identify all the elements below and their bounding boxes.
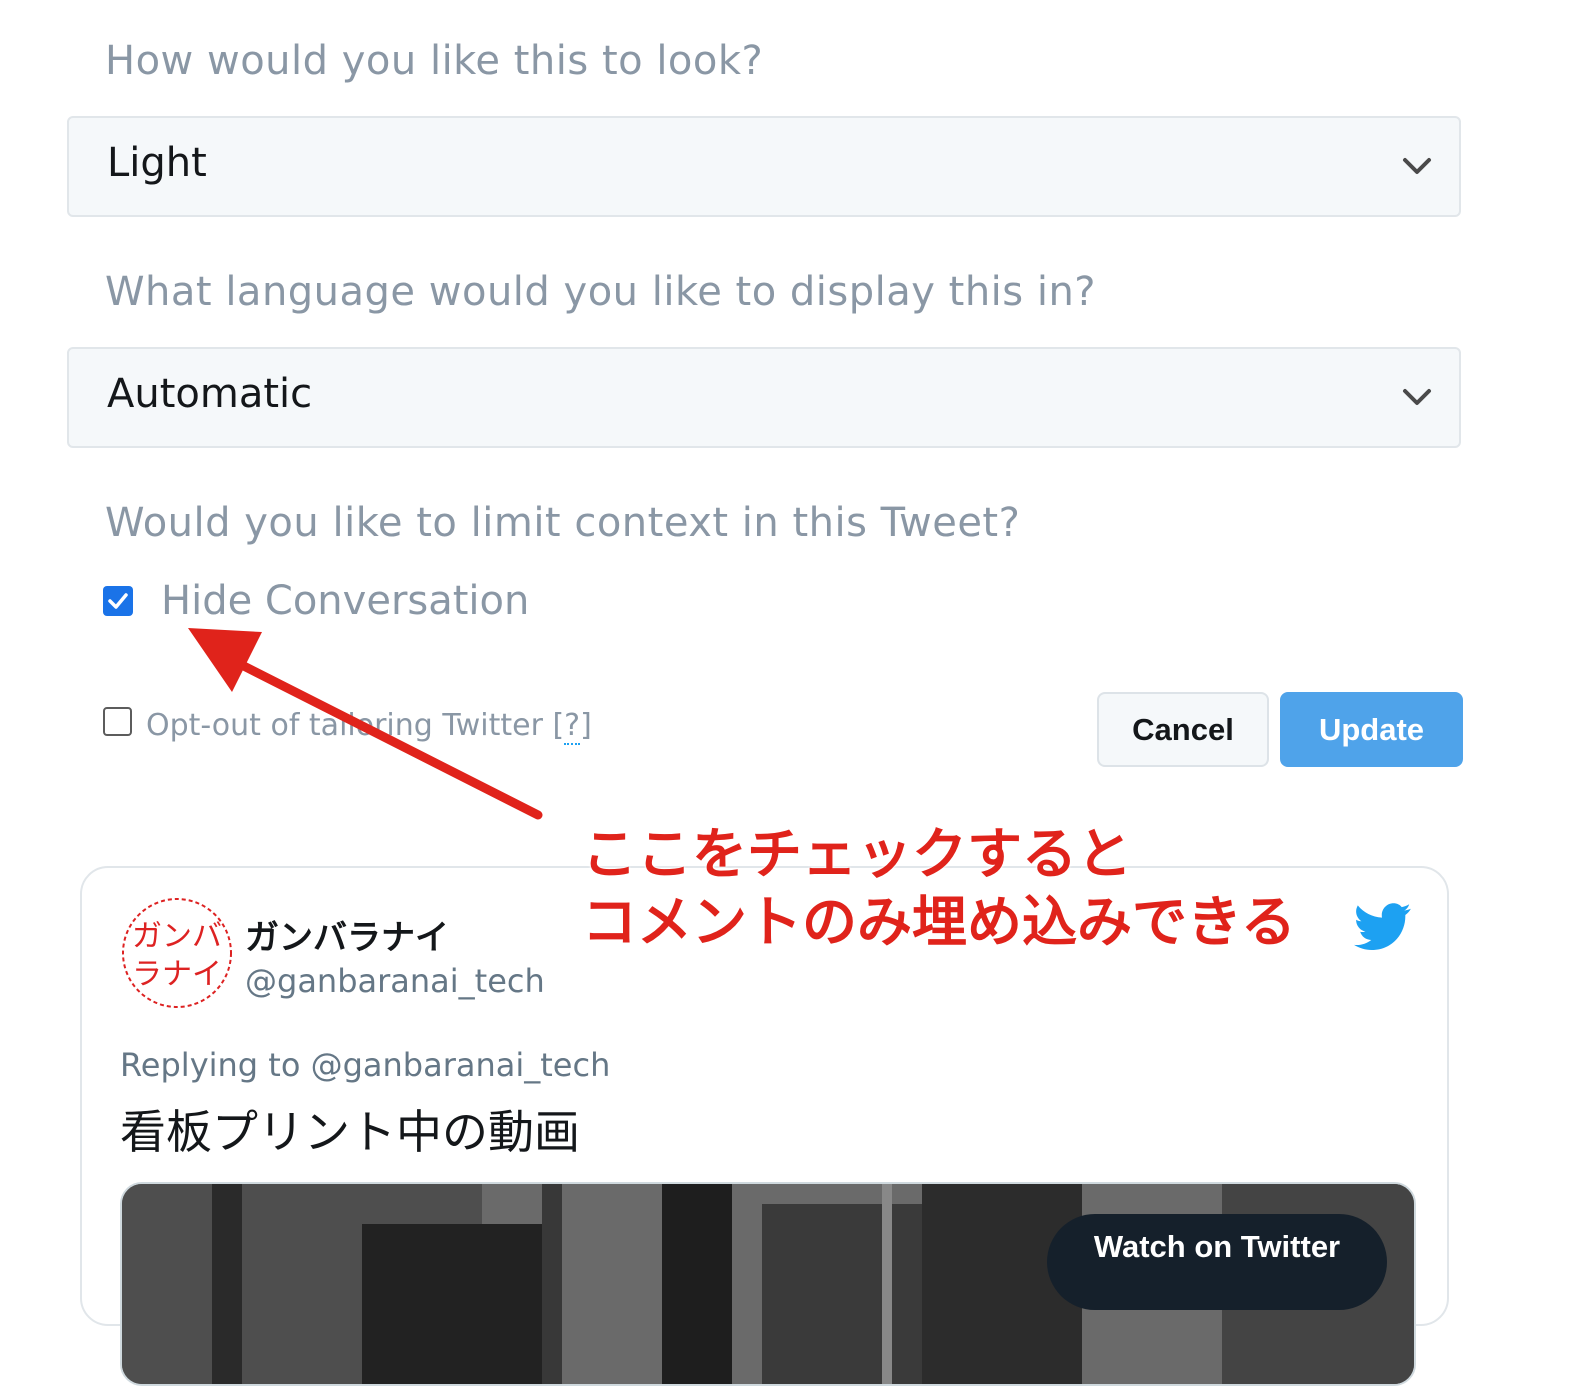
update-button[interactable]: Update: [1280, 692, 1463, 767]
display-name[interactable]: ガンバラナイ: [245, 910, 449, 959]
chevron-down-icon: [1403, 389, 1431, 405]
reply-mention-link[interactable]: @ganbaranai_tech: [311, 1046, 611, 1084]
hide-conversation-label: Hide Conversation: [161, 578, 530, 624]
cancel-button[interactable]: Cancel: [1097, 692, 1269, 767]
optout-label: Opt-out of tailoring Twitter [?]: [146, 708, 592, 745]
annotation-line-2: コメントのみ埋め込みできる: [582, 890, 1296, 954]
chevron-down-icon: [1403, 158, 1431, 174]
theme-select-value: Light: [107, 140, 207, 186]
annotation-line-1: ここをチェックすると: [582, 822, 1133, 886]
avatar[interactable]: ガンバ ラナイ: [120, 896, 234, 1010]
help-bracket-close: ]: [580, 708, 592, 743]
tweet-text: 看板プリント中の動画: [120, 1105, 580, 1159]
optout-label-text: Opt-out of tailoring Twitter: [146, 708, 543, 743]
language-question: What language would you like to display …: [105, 269, 1097, 315]
help-bracket-open: [: [552, 708, 565, 743]
optout-checkbox[interactable]: [103, 707, 132, 736]
twitter-bird-icon[interactable]: [1354, 903, 1412, 951]
annotation-callout: ここをチェックすると コメントのみ埋め込みできる: [582, 820, 1296, 956]
reply-prefix: Replying to: [120, 1046, 301, 1084]
language-select-value: Automatic: [107, 371, 313, 417]
user-handle[interactable]: @ganbaranai_tech: [245, 962, 545, 1000]
look-question: How would you like this to look?: [105, 38, 764, 84]
tweet-video-media[interactable]: Watch on Twitter: [120, 1182, 1416, 1386]
avatar-stamp-image: ガンバ ラナイ: [122, 898, 232, 1008]
language-select[interactable]: Automatic: [67, 347, 1461, 448]
avatar-text-top: ガンバ: [132, 919, 222, 954]
reply-context: Replying to @ganbaranai_tech: [120, 1046, 610, 1084]
avatar-text-bottom: ラナイ: [132, 957, 222, 992]
optout-help-link[interactable]: ?: [564, 708, 581, 745]
theme-select[interactable]: Light: [67, 116, 1461, 217]
checkmark-icon: [108, 593, 128, 609]
hide-conversation-checkbox[interactable]: [103, 586, 133, 616]
watch-on-twitter-button[interactable]: Watch on Twitter: [1047, 1214, 1387, 1310]
context-question: Would you like to limit context in this …: [105, 500, 1021, 546]
